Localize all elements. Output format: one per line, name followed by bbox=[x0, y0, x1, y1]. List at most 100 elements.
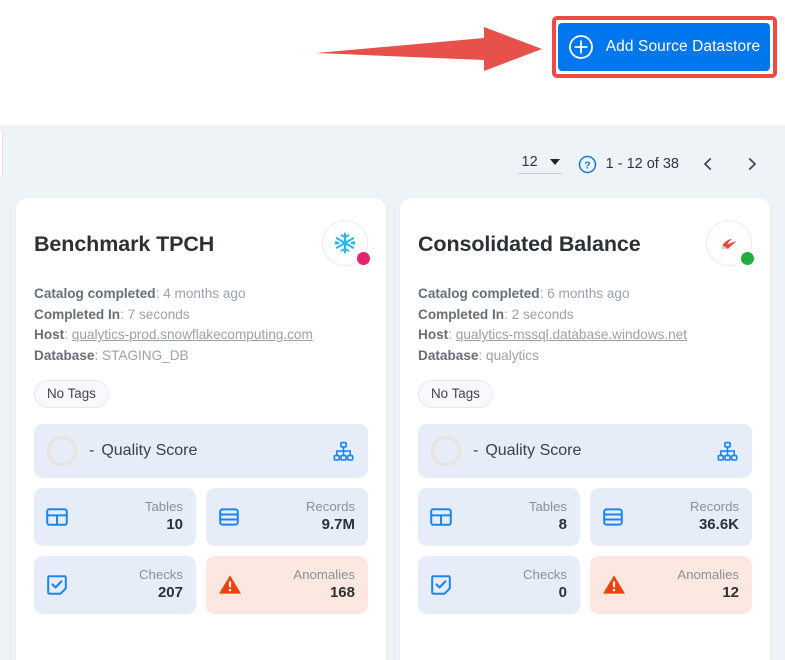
metric-value: 36.6K bbox=[698, 516, 739, 534]
chevron-left-icon bbox=[704, 158, 712, 170]
rows-per-page-select[interactable]: 12 bbox=[517, 154, 562, 174]
table-icon bbox=[430, 508, 452, 526]
metric-text: Tables 8 bbox=[529, 499, 567, 535]
metric-text: Anomalies 168 bbox=[293, 567, 355, 603]
meta-colon: : bbox=[448, 327, 456, 342]
meta-value: 4 months ago bbox=[163, 286, 246, 301]
metric-label: Checks bbox=[139, 566, 183, 582]
checks-icon bbox=[47, 575, 67, 595]
datastore-card[interactable]: Consolidated Balance Catalog completed: … bbox=[400, 198, 770, 660]
tags-chip[interactable]: No Tags bbox=[418, 380, 493, 408]
meta-key: Catalog completed bbox=[418, 286, 540, 301]
quality-score-ring bbox=[431, 436, 461, 466]
quality-score-value: - bbox=[89, 442, 95, 459]
metric-label: Anomalies bbox=[677, 566, 739, 582]
metric-text: Checks 207 bbox=[139, 567, 183, 603]
metric-label: Tables bbox=[528, 498, 567, 514]
chevron-right-icon bbox=[748, 158, 756, 170]
meta-key: Database bbox=[418, 347, 479, 363]
datastore-meta: Catalog completed: 6 months ago Complete… bbox=[418, 284, 752, 366]
anomalies-warning-icon bbox=[603, 575, 625, 594]
metric-label: Records bbox=[305, 498, 355, 514]
metric-tiles: Tables 10 Records 9.7M Checks 207 Anomal… bbox=[34, 488, 368, 614]
quality-score-label: Quality Score bbox=[485, 442, 582, 459]
metric-text: Tables 10 bbox=[145, 499, 183, 535]
meta-colon: : bbox=[478, 347, 487, 363]
checks-icon bbox=[431, 575, 451, 595]
pagination-next-button[interactable] bbox=[737, 149, 767, 179]
quality-score-text: - Quality Score bbox=[89, 442, 197, 460]
pagination-bar: 12 ? 1 - 12 of 38 bbox=[517, 147, 768, 181]
meta-value: 2 seconds bbox=[511, 306, 574, 322]
metric-tile-anomalies[interactable]: Anomalies 168 bbox=[206, 556, 368, 614]
metric-tile-records[interactable]: Records 9.7M bbox=[206, 488, 368, 546]
anomalies-warning-icon bbox=[219, 575, 241, 594]
metric-value: 9.7M bbox=[321, 516, 355, 534]
chevron-down-icon bbox=[549, 159, 560, 165]
records-icon bbox=[219, 508, 239, 526]
datastore-logo bbox=[322, 220, 370, 266]
page-header: Add Source Datastore bbox=[0, 0, 785, 125]
metric-label: Anomalies bbox=[293, 566, 355, 582]
meta-colon: : bbox=[120, 306, 128, 322]
rows-per-page-value: 12 bbox=[521, 154, 538, 170]
left-panel-edge bbox=[0, 130, 3, 178]
datastore-title: Consolidated Balance bbox=[418, 232, 641, 256]
metric-tile-checks[interactable]: Checks 0 bbox=[418, 556, 580, 614]
meta-row: Catalog completed: 6 months ago bbox=[418, 284, 752, 305]
metric-tile-records[interactable]: Records 36.6K bbox=[590, 488, 752, 546]
metric-tile-checks[interactable]: Checks 207 bbox=[34, 556, 196, 614]
meta-row: Completed In: 2 seconds bbox=[418, 305, 752, 326]
lineage-icon[interactable] bbox=[333, 441, 354, 462]
metric-value: 207 bbox=[157, 584, 183, 602]
meta-key: Completed In bbox=[34, 306, 121, 322]
pagination-range-label: 1 - 12 of 38 bbox=[605, 156, 679, 172]
host-link[interactable]: qualytics-mssql.database.windows.net bbox=[456, 327, 687, 342]
annotation-arrow bbox=[316, 27, 542, 71]
quality-score-value: - bbox=[473, 442, 479, 459]
lineage-icon[interactable] bbox=[717, 441, 738, 462]
meta-value: 6 months ago bbox=[547, 286, 630, 301]
meta-row: Host: qualytics-prod.snowflakecomputing.… bbox=[34, 325, 368, 346]
help-circle-icon[interactable]: ? bbox=[578, 155, 597, 174]
status-badge bbox=[741, 252, 754, 265]
meta-colon: : bbox=[94, 347, 103, 363]
quality-score-panel[interactable]: - Quality Score bbox=[34, 424, 368, 478]
status-badge bbox=[357, 252, 370, 265]
pagination-prev-button[interactable] bbox=[693, 149, 723, 179]
metric-text: Anomalies 12 bbox=[677, 567, 739, 603]
metric-tile-tables[interactable]: Tables 8 bbox=[418, 488, 580, 546]
metric-value: 8 bbox=[558, 516, 567, 534]
mssql-icon bbox=[721, 238, 737, 250]
datastore-title: Benchmark TPCH bbox=[34, 232, 215, 256]
card-header: Consolidated Balance bbox=[418, 220, 754, 266]
quality-score-ring bbox=[47, 436, 77, 466]
quality-score-panel[interactable]: - Quality Score bbox=[418, 424, 752, 478]
metric-value: 12 bbox=[722, 584, 739, 602]
metric-tile-tables[interactable]: Tables 10 bbox=[34, 488, 196, 546]
meta-row: Database: qualytics bbox=[418, 346, 752, 367]
meta-colon: : bbox=[504, 306, 512, 322]
quality-score-label: Quality Score bbox=[101, 442, 198, 459]
tags-chip[interactable]: No Tags bbox=[34, 380, 109, 408]
meta-key: Host bbox=[34, 327, 65, 342]
snowflake-icon bbox=[334, 232, 356, 254]
metric-tile-anomalies[interactable]: Anomalies 12 bbox=[590, 556, 752, 614]
meta-value: 7 seconds bbox=[127, 306, 190, 322]
meta-value: STAGING_DB bbox=[102, 347, 189, 363]
meta-key: Host bbox=[418, 327, 449, 342]
datastore-card[interactable]: Benchmark TPCH Catalog completed: 4 mont… bbox=[16, 198, 386, 660]
host-link[interactable]: qualytics-prod.snowflakecomputing.com bbox=[72, 327, 313, 342]
datastores-content: 12 ? 1 - 12 of 38 Benchmark TPCH Catalog… bbox=[0, 125, 785, 660]
meta-key: Completed In bbox=[418, 306, 505, 322]
metric-value: 10 bbox=[166, 516, 183, 534]
card-header: Benchmark TPCH bbox=[34, 220, 370, 266]
metric-text: Checks 0 bbox=[523, 567, 567, 603]
metric-value: 0 bbox=[558, 584, 567, 602]
metric-tiles: Tables 8 Records 36.6K Checks 0 Anomalie… bbox=[418, 488, 752, 614]
meta-colon: : bbox=[64, 327, 72, 342]
metric-text: Records 9.7M bbox=[306, 499, 355, 535]
meta-key: Catalog completed bbox=[34, 286, 156, 301]
metric-value: 168 bbox=[329, 584, 355, 602]
annotation-highlight-box bbox=[552, 16, 777, 78]
